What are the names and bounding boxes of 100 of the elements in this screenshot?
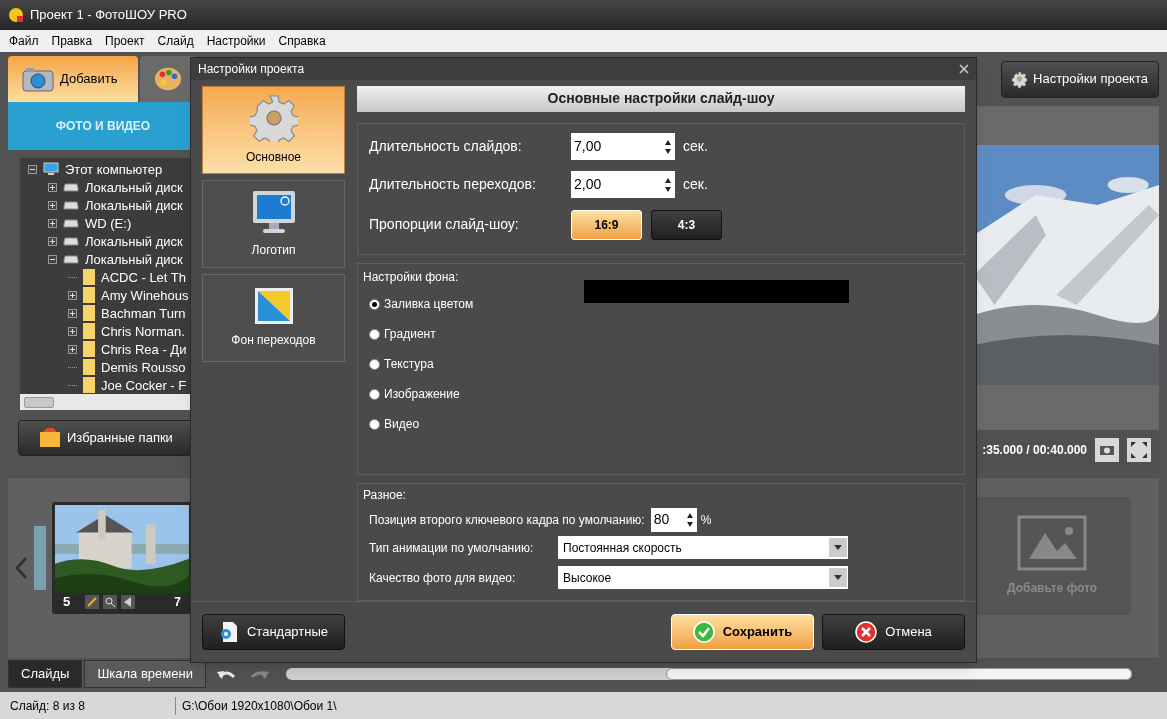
- dropdown-arrow-icon: [834, 575, 842, 581]
- gradient-icon: [253, 286, 294, 325]
- menu-item[interactable]: Слайд: [157, 32, 194, 50]
- dropdown[interactable]: Высокое: [558, 566, 848, 590]
- settings-nav-item[interactable]: Логотип: [202, 179, 345, 268]
- tree-item[interactable]: Локальный диск: [85, 234, 183, 248]
- close-icon[interactable]: [959, 63, 969, 74]
- expand-icon[interactable]: [68, 308, 77, 318]
- radio-button[interactable]: [369, 358, 380, 370]
- radio-label: Заливка цветом: [384, 296, 474, 314]
- radio-button[interactable]: [369, 388, 380, 400]
- color-swatch[interactable]: [584, 279, 849, 303]
- expand-icon[interactable]: [48, 200, 57, 210]
- folder-icon: [83, 287, 95, 303]
- field-label: Качество фото для видео:: [369, 569, 517, 587]
- tree-item[interactable]: Этот компьютер: [65, 162, 163, 176]
- tree-item[interactable]: Chris Rea - Ди: [101, 342, 187, 356]
- section-title: ФОТО И ВИДЕО: [55, 118, 151, 135]
- number-field[interactable]: 7,00: [571, 133, 675, 161]
- slide-duration: 7: [174, 594, 181, 611]
- tree-item[interactable]: ACDC - Let Th: [101, 270, 186, 284]
- pencil-icon[interactable]: [85, 595, 99, 609]
- checkmark-icon: [692, 620, 715, 643]
- menu-item[interactable]: Файл: [9, 32, 39, 50]
- radio-button[interactable]: [369, 298, 380, 310]
- drive-icon: [63, 218, 79, 228]
- menu-item[interactable]: Настройки: [206, 32, 266, 50]
- save-button[interactable]: Сохранить: [671, 613, 814, 650]
- slide-number: 5: [63, 593, 72, 612]
- gear-icon: [249, 93, 298, 142]
- status-slide-count: Слайд: 8 из 8: [0, 696, 176, 715]
- dropdown[interactable]: Постоянная скорость: [558, 536, 848, 560]
- collapse-icon[interactable]: [28, 164, 37, 174]
- expand-icon[interactable]: [48, 218, 57, 228]
- zoom-icon[interactable]: [103, 595, 117, 609]
- monitor-icon: [43, 162, 59, 176]
- folder-icon: [83, 341, 95, 357]
- snapshot-button[interactable]: [1095, 438, 1119, 462]
- defaults-button[interactable]: Стандартные: [202, 613, 345, 650]
- radio-button[interactable]: [369, 328, 380, 340]
- folder-icon: [83, 359, 95, 375]
- drive-icon: [63, 200, 79, 210]
- drive-icon: [63, 254, 79, 264]
- palette-icon: [154, 65, 182, 93]
- radio-label: Видео: [384, 416, 420, 434]
- radio-label: Изображение: [384, 386, 460, 404]
- tree-item[interactable]: WD (E:): [85, 216, 132, 230]
- expand-icon[interactable]: [68, 290, 77, 300]
- collapse-icon[interactable]: [48, 254, 57, 264]
- number-field[interactable]: 2,00: [571, 171, 675, 199]
- menu-item[interactable]: Справка: [278, 32, 326, 50]
- expand-icon[interactable]: [68, 344, 77, 354]
- settings-nav-item[interactable]: Основное: [202, 85, 345, 174]
- expand-icon[interactable]: [48, 236, 57, 246]
- project-settings-button[interactable]: Настройки проекта: [1001, 60, 1159, 98]
- heading-text: Основные настройки слайд-шоу: [547, 89, 775, 109]
- drive-icon: [63, 182, 79, 192]
- aspect-toggle[interactable]: 16:9: [571, 209, 642, 240]
- dropdown-arrow-icon: [834, 545, 842, 551]
- tree-item[interactable]: Amy Winehous: [101, 288, 189, 302]
- menu-item[interactable]: Проект: [105, 32, 145, 50]
- folder-icon: [83, 305, 95, 321]
- group-title: Разное:: [363, 486, 407, 504]
- view-tab[interactable]: Слайды: [8, 660, 83, 688]
- tree-item[interactable]: Joe Cocker - F: [101, 378, 187, 392]
- view-tab[interactable]: Шкала времени: [84, 660, 206, 688]
- window-title: Проект 1 - ФотоШОУ PRO: [30, 6, 187, 25]
- radio-label: Градиент: [384, 326, 436, 344]
- tree-item[interactable]: Локальный диск: [85, 198, 183, 212]
- app-logo-icon: [8, 7, 24, 23]
- aspect-toggle[interactable]: 4:3: [651, 209, 722, 240]
- fullscreen-button[interactable]: [1127, 438, 1151, 462]
- cancel-button[interactable]: Отмена: [822, 613, 965, 650]
- timeline-scrollbar[interactable]: [285, 668, 1132, 680]
- menu-item[interactable]: Правка: [51, 32, 93, 50]
- speaker-icon[interactable]: [121, 595, 135, 609]
- folder-icon: [83, 269, 95, 285]
- folder-icon: [83, 377, 95, 393]
- group-title: Настройки фона:: [363, 268, 460, 286]
- image-placeholder-icon: [1017, 515, 1087, 571]
- tree-item[interactable]: Локальный диск: [85, 252, 183, 266]
- field-label: Позиция второго ключевого кадра по умолчанию:: [369, 511, 645, 529]
- expand-icon[interactable]: [48, 182, 57, 192]
- field-label: Пропорции слайд-шоу:: [369, 215, 520, 235]
- playback-time: :35.000 / 00:40.000: [982, 442, 1087, 459]
- radio-button[interactable]: [369, 418, 380, 430]
- folder-icon: [39, 428, 61, 448]
- tree-item[interactable]: Demis Rousso: [101, 360, 186, 374]
- tree-item[interactable]: Bachman Turn: [101, 306, 186, 320]
- settings-nav-item[interactable]: Фон переходов: [202, 273, 345, 362]
- status-path: G:\Обои 1920x1080\Обои 1\: [181, 697, 338, 715]
- panel-tab[interactable]: Добавить: [8, 56, 138, 102]
- tree-item[interactable]: Локальный диск: [85, 180, 183, 194]
- slide-card[interactable]: 5 7: [52, 502, 192, 614]
- field-label: Тип анимации по умолчанию:: [369, 539, 535, 557]
- number-field[interactable]: 80: [650, 507, 697, 532]
- tree-item[interactable]: Chris Norman.: [101, 324, 185, 338]
- expand-icon[interactable]: [68, 326, 77, 336]
- document-gear-icon: [218, 620, 239, 643]
- field-label: Длительность переходов:: [369, 175, 537, 195]
